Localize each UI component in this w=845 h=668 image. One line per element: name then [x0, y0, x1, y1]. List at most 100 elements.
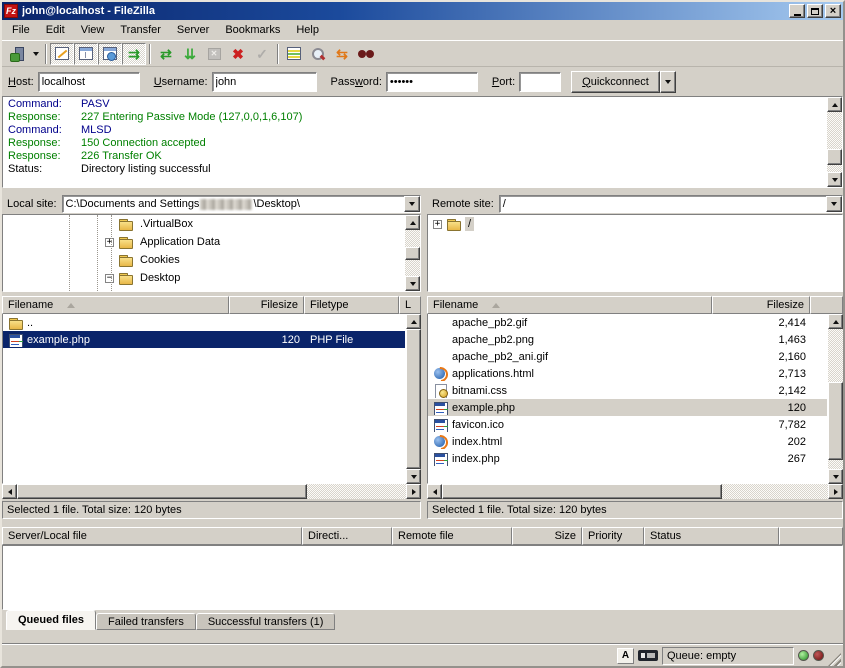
file-row[interactable]: index.html202: [428, 433, 827, 450]
reconnect-button[interactable]: ✓: [250, 43, 274, 65]
tree-item-root[interactable]: + /: [428, 215, 842, 233]
maximize-button[interactable]: [807, 4, 823, 18]
tab-failed-transfers[interactable]: Failed transfers: [96, 613, 196, 630]
scroll-right-button[interactable]: [828, 484, 843, 499]
scroll-up-button[interactable]: [406, 314, 421, 329]
directory-comparison-button[interactable]: [282, 43, 306, 65]
menu-item-server[interactable]: Server: [169, 21, 217, 39]
scroll-down-button[interactable]: [828, 469, 843, 484]
file-row[interactable]: example.php120: [428, 399, 827, 416]
local-path-combo[interactable]: C:\Documents and Settings\Desktop\: [62, 195, 421, 213]
local-horizontal-scrollbar[interactable]: [2, 484, 421, 499]
site-manager-button[interactable]: [5, 43, 29, 65]
file-row[interactable]: apache_pb2.png1,463: [428, 331, 827, 348]
username-input[interactable]: [212, 72, 317, 92]
file-row[interactable]: bitnami.css2,142: [428, 382, 827, 399]
queue-list[interactable]: [2, 545, 843, 610]
expand-icon[interactable]: +: [433, 220, 442, 229]
tree-item[interactable]: Cookies: [3, 251, 405, 269]
file-row[interactable]: apache_pb2_ani.gif2,160: [428, 348, 827, 365]
scroll-down-button[interactable]: [406, 469, 421, 484]
file-size-cell: 120: [230, 334, 305, 346]
column-header-lastmodified[interactable]: L: [399, 296, 421, 314]
menu-item-file[interactable]: File: [4, 21, 38, 39]
remote-path-dropdown-button[interactable]: [826, 196, 842, 212]
scroll-up-button[interactable]: [405, 215, 420, 230]
remote-horizontal-scrollbar[interactable]: [427, 484, 843, 499]
tree-item[interactable]: +Application Data: [3, 233, 405, 251]
file-row[interactable]: applications.html2,713: [428, 365, 827, 382]
remote-path-combo[interactable]: /: [499, 195, 843, 213]
port-input[interactable]: [519, 72, 561, 92]
menu-item-bookmarks[interactable]: Bookmarks: [217, 21, 288, 39]
queue-column-header-server-local-file[interactable]: Server/Local file: [2, 527, 302, 545]
scrollbar-thumb[interactable]: [827, 149, 842, 165]
toggle-remote-tree-button[interactable]: [98, 43, 122, 65]
local-path-dropdown-button[interactable]: [404, 196, 420, 212]
scrollbar-thumb[interactable]: [406, 329, 421, 469]
scrollbar-thumb[interactable]: [442, 484, 722, 499]
queue-column-header-directi---[interactable]: Directi...: [302, 527, 392, 545]
minimize-button[interactable]: [789, 4, 805, 18]
data-type-icon[interactable]: A: [617, 648, 634, 664]
host-input[interactable]: [38, 72, 140, 92]
scrollbar-thumb[interactable]: [17, 484, 307, 499]
tree-item[interactable]: .VirtualBox: [3, 215, 405, 233]
queue-column-header-priority[interactable]: Priority: [582, 527, 644, 545]
toggle-message-log-button[interactable]: [50, 43, 74, 65]
password-input[interactable]: [386, 72, 478, 92]
process-queue-button[interactable]: ⇊: [178, 43, 202, 65]
file-row[interactable]: example.php120PHP File1: [3, 331, 405, 348]
file-row[interactable]: ..: [3, 314, 405, 331]
column-header-filetype[interactable]: Filetype: [304, 296, 399, 314]
local-list-scrollbar[interactable]: [406, 314, 421, 484]
file-row[interactable]: index.php267: [428, 450, 827, 467]
scroll-right-button[interactable]: [406, 484, 421, 499]
collapse-icon[interactable]: −: [105, 274, 114, 283]
queue-column-header-size[interactable]: Size: [512, 527, 582, 545]
quickconnect-dropdown-button[interactable]: [660, 71, 676, 93]
filter-button[interactable]: [354, 43, 378, 65]
quickconnect-button[interactable]: Quickconnect: [571, 71, 660, 93]
column-header-filename[interactable]: Filename: [2, 296, 229, 314]
scrollbar-thumb[interactable]: [405, 247, 420, 260]
column-header-filesize[interactable]: Filesize: [712, 296, 810, 314]
scroll-left-button[interactable]: [2, 484, 17, 499]
local-tree-scrollbar[interactable]: [405, 215, 420, 291]
find-files-button[interactable]: [306, 43, 330, 65]
toggle-local-tree-button[interactable]: [74, 43, 98, 65]
scroll-down-button[interactable]: [827, 172, 842, 187]
menu-item-transfer[interactable]: Transfer: [112, 21, 169, 39]
close-button[interactable]: ×: [825, 4, 841, 18]
menu-item-help[interactable]: Help: [288, 21, 327, 39]
scroll-up-button[interactable]: [828, 314, 843, 329]
menu-item-view[interactable]: View: [73, 21, 113, 39]
column-header-filename[interactable]: Filename: [427, 296, 712, 314]
toggle-transfer-queue-button[interactable]: ⇉: [122, 43, 146, 65]
tab-queued-files[interactable]: Queued files: [6, 610, 96, 630]
tree-item[interactable]: −Desktop: [3, 269, 405, 287]
speed-limits-icon[interactable]: [638, 650, 658, 661]
expand-icon[interactable]: +: [105, 238, 114, 247]
queue-column-header-status[interactable]: Status: [644, 527, 779, 545]
column-header-filesize[interactable]: Filesize: [229, 296, 304, 314]
file-size-cell: 267: [713, 453, 811, 465]
menu-item-edit[interactable]: Edit: [38, 21, 73, 39]
file-row[interactable]: favicon.ico7,782: [428, 416, 827, 433]
scrollbar-thumb[interactable]: [828, 382, 843, 460]
disconnect-button[interactable]: ✖: [226, 43, 250, 65]
remote-tree-icon: [103, 47, 117, 60]
synchronized-browsing-button[interactable]: ⇆: [330, 43, 354, 65]
remote-list-scrollbar[interactable]: [828, 314, 843, 484]
scroll-up-button[interactable]: [827, 97, 842, 112]
scroll-down-button[interactable]: [405, 276, 420, 291]
resize-grip[interactable]: [828, 653, 841, 666]
refresh-button[interactable]: ⇄: [154, 43, 178, 65]
queue-column-header-remote-file[interactable]: Remote file: [392, 527, 512, 545]
cancel-operation-button[interactable]: ✕: [202, 43, 226, 65]
site-manager-dropdown-button[interactable]: [29, 43, 42, 65]
message-log-scrollbar[interactable]: [827, 97, 842, 187]
file-row[interactable]: apache_pb2.gif2,414: [428, 314, 827, 331]
tab-successful-transfers--1-[interactable]: Successful transfers (1): [196, 613, 336, 630]
scroll-left-button[interactable]: [427, 484, 442, 499]
